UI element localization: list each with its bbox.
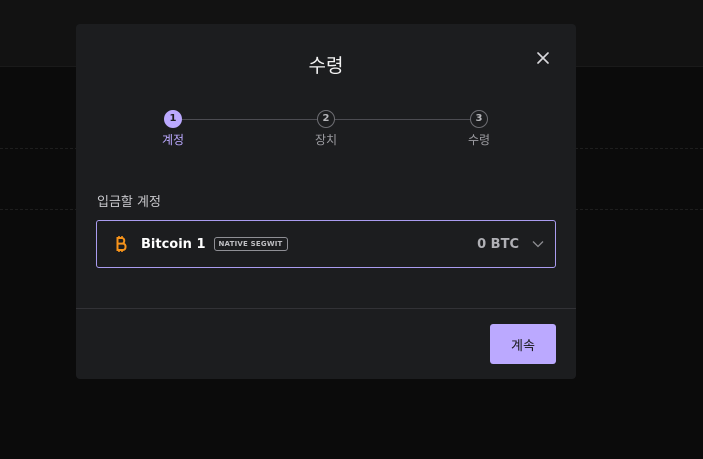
account-select[interactable]: Bitcoin 1 NATIVE SEGWIT 0 BTC: [96, 220, 556, 268]
stepper: 1 계정 2 장치 3 수령: [76, 110, 576, 160]
account-field-label: 입금할 계정: [97, 195, 161, 210]
footer-divider: [76, 308, 576, 309]
continue-button[interactable]: 계속: [490, 324, 556, 364]
chevron-down-icon: [531, 237, 545, 251]
step-number: 2: [317, 110, 335, 128]
step-label: 계정: [161, 133, 185, 147]
account-type-badge: NATIVE SEGWIT: [213, 237, 288, 251]
modal-title: 수령: [308, 55, 344, 77]
step-label: 장치: [314, 133, 338, 147]
account-name: Bitcoin 1: [141, 236, 206, 252]
receive-modal: 수령 1 계정 2 장치 3 수령 입금할 계정 Bitcoin 1 NATIV…: [76, 24, 576, 379]
step-receive: 3 수령: [449, 110, 509, 147]
step-label: 수령: [467, 133, 491, 147]
step-device: 2 장치: [296, 110, 356, 147]
close-icon: [537, 49, 549, 68]
step-account: 1 계정: [143, 110, 203, 147]
step-number: 3: [470, 110, 488, 128]
account-balance: 0 BTC: [477, 236, 519, 252]
close-button[interactable]: [532, 47, 554, 69]
step-number: 1: [164, 110, 182, 128]
bitcoin-icon: [113, 235, 129, 253]
